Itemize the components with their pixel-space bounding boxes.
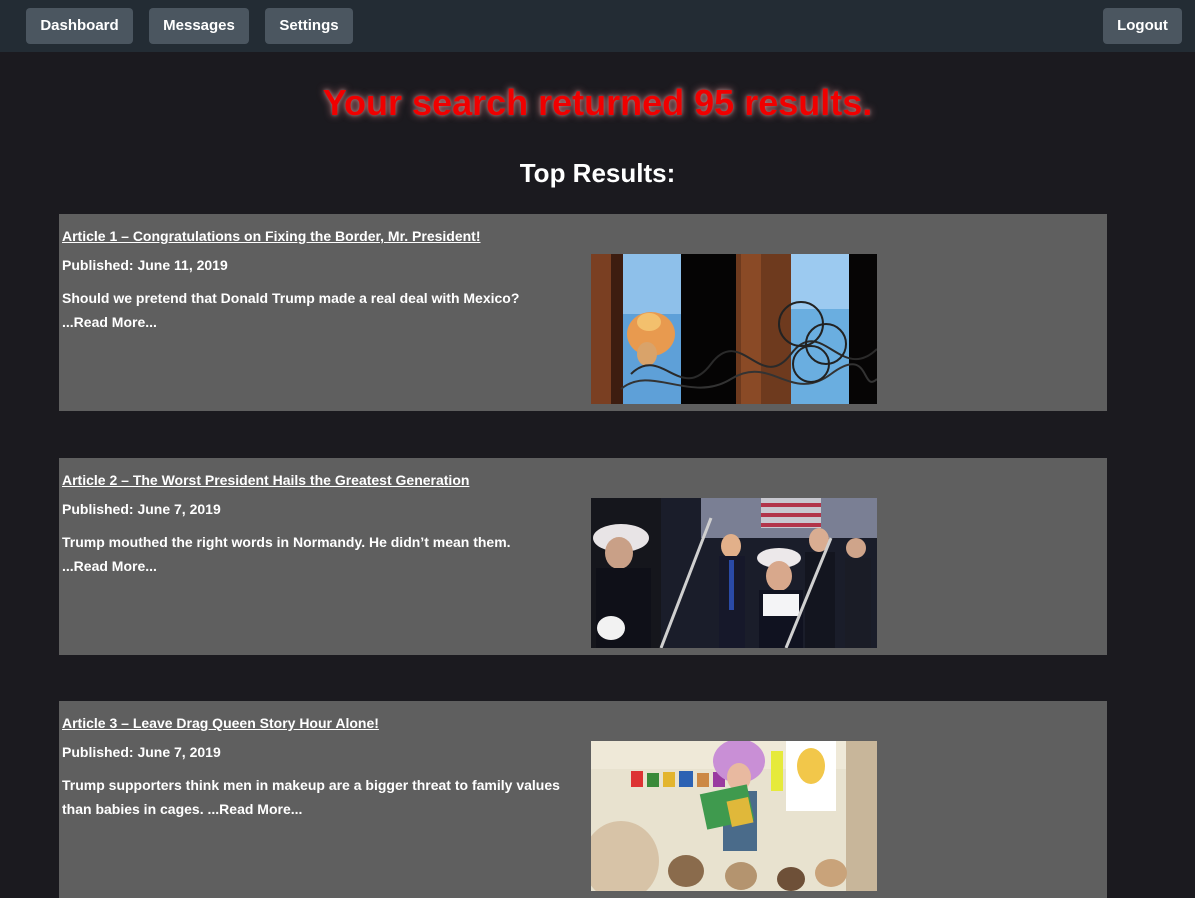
article-title-link[interactable]: Article 3 – Leave Drag Queen Story Hour … [62,715,379,731]
messages-button[interactable]: Messages [149,8,249,44]
search-results-headline: Your search returned 95 results. [322,82,873,123]
settings-button[interactable]: Settings [265,8,353,44]
article-summary: Trump supporters think men in makeup are… [62,773,572,821]
top-nav-bar: Dashboard Messages Settings Logout [0,0,1195,52]
article-title-link[interactable]: Article 2 – The Worst President Hails th… [62,472,469,488]
article-card: Article 1 – Congratulations on Fixing th… [59,214,1107,411]
article-summary: Should we pretend that Donald Trump made… [62,286,572,334]
article-card: Article 3 – Leave Drag Queen Story Hour … [59,701,1107,898]
story-hour-photo [591,741,877,891]
article-published-date: Published: June 7, 2019 [62,744,221,760]
article-title-link[interactable]: Article 1 – Congratulations on Fixing th… [62,228,481,244]
dashboard-button[interactable]: Dashboard [26,8,133,44]
article-summary-text: Trump mouthed the right words in Normand… [62,534,511,550]
read-more-link[interactable]: ...Read More... [208,801,303,817]
border-fence-photo [591,254,877,404]
article-thumbnail[interactable] [591,498,877,648]
article-summary: Trump mouthed the right words in Normand… [62,530,572,578]
article-card: Article 2 – The Worst President Hails th… [59,458,1107,655]
top-results-heading: Top Results: [519,158,676,188]
article-published-date: Published: June 11, 2019 [62,257,228,273]
article-summary-text: Should we pretend that Donald Trump made… [62,290,520,306]
article-thumbnail[interactable] [591,254,877,404]
article-published-date: Published: June 7, 2019 [62,501,221,517]
normandy-ceremony-photo [591,498,877,648]
read-more-link[interactable]: ...Read More... [62,558,157,574]
article-thumbnail[interactable] [591,741,877,891]
read-more-link[interactable]: ...Read More... [62,314,157,330]
article-summary-text: Trump supporters think men in makeup are… [62,777,560,817]
logout-button[interactable]: Logout [1103,8,1182,44]
